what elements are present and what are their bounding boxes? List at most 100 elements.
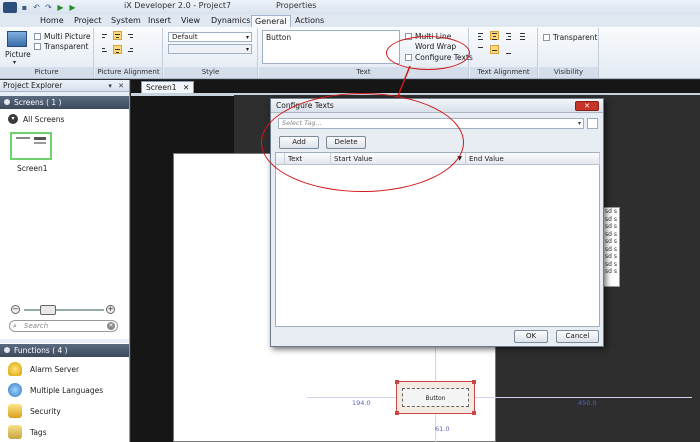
- resize-handle[interactable]: [472, 411, 476, 415]
- function-multiple-languages[interactable]: Multiple Languages: [8, 381, 103, 399]
- globe-icon: [8, 383, 22, 397]
- style-dropdown[interactable]: Default ▾: [168, 32, 252, 42]
- dialog-footer: OK Cancel: [271, 327, 603, 346]
- text-align-left-icon[interactable]: [476, 31, 485, 40]
- resize-handle[interactable]: [472, 380, 476, 384]
- align-bottom-left-icon[interactable]: [100, 45, 109, 54]
- chevron-down-icon[interactable]: ▾: [13, 59, 16, 66]
- project-explorer-title: Project Explorer: [3, 81, 63, 90]
- chevron-down-icon: ▾: [577, 120, 581, 127]
- screen-thumbnail[interactable]: [10, 132, 52, 160]
- align-bottom-right-icon[interactable]: [126, 45, 135, 54]
- chevron-down-icon: ▾: [245, 34, 249, 41]
- annotation-ellipse-dialog: [261, 93, 464, 192]
- screens-section-header[interactable]: Screens ( 1 ): [0, 96, 129, 109]
- align-top-right-icon[interactable]: [126, 31, 135, 40]
- tag-browse-button[interactable]: [587, 118, 598, 129]
- button-text-input[interactable]: Button: [262, 30, 400, 64]
- tab-project[interactable]: Project: [74, 15, 101, 27]
- text-valign-bottom-icon[interactable]: [504, 45, 513, 54]
- all-screens-toggle[interactable]: ▾ All Screens: [8, 114, 64, 124]
- guide-label-bottom: 61.0: [435, 425, 450, 433]
- context-title: Properties: [276, 1, 317, 10]
- text-valign-middle-icon[interactable]: [490, 45, 499, 54]
- text-alignment-group-label: Text Alignment: [470, 67, 537, 78]
- run-icon[interactable]: ▶: [56, 3, 65, 12]
- function-alarm-server[interactable]: Alarm Server: [8, 360, 79, 378]
- tab-system[interactable]: System: [111, 15, 141, 27]
- guide-label-left: 194.0: [352, 399, 371, 407]
- text-valign-top-icon[interactable]: [476, 45, 485, 54]
- align-top-center-icon[interactable]: [113, 31, 122, 40]
- picture-group-label: Picture: [0, 67, 93, 78]
- window-title: iX Developer 2.0 - Project7: [124, 1, 232, 10]
- redo-icon[interactable]: ↷: [44, 3, 53, 12]
- quick-access-toolbar: ▪ ↶ ↷ ▶ ▶: [3, 1, 77, 13]
- resize-handle[interactable]: [395, 380, 399, 384]
- style-sub-dropdown: ▾: [168, 44, 252, 54]
- picture-button-label[interactable]: Picture: [5, 50, 31, 59]
- zoom-slider-track[interactable]: [24, 309, 104, 311]
- project-explorer-header: Project Explorer ▾ ✕: [0, 80, 129, 92]
- transparent-picture-checkbox[interactable]: Transparent: [34, 41, 88, 51]
- simulate-icon[interactable]: ▶: [68, 3, 77, 12]
- visibility-group: Transparent Visibility: [539, 28, 599, 78]
- picture-icon[interactable]: [7, 31, 27, 47]
- text-align-center-icon[interactable]: [490, 31, 499, 40]
- chevron-down-icon: ▾: [245, 46, 249, 53]
- guide-label-right: 450.0: [578, 399, 597, 407]
- close-icon[interactable]: ✕: [575, 101, 599, 111]
- search-input[interactable]: ⌕ Search ✕: [9, 320, 118, 332]
- function-tags[interactable]: Tags: [8, 423, 47, 441]
- ribbon: Picture ▾ Multi Picture Transparent Pict…: [0, 27, 700, 79]
- picture-alignment-group-label: Picture Alignment: [95, 67, 162, 78]
- screen-label[interactable]: Screen1: [17, 164, 48, 173]
- column-header-end-value[interactable]: End Value: [466, 153, 600, 165]
- title-bar: ▪ ↶ ↷ ▶ ▶ iX Developer 2.0 - Project7 Pr…: [0, 0, 700, 14]
- lock-icon: [8, 404, 22, 418]
- close-icon[interactable]: ✕: [183, 83, 189, 92]
- bell-icon: [8, 362, 22, 376]
- visibility-group-label: Visibility: [539, 67, 598, 78]
- chevron-down-icon: ▾: [8, 114, 18, 124]
- clear-search-icon[interactable]: ✕: [107, 322, 115, 330]
- function-security[interactable]: Security: [8, 402, 61, 420]
- cancel-button[interactable]: Cancel: [556, 330, 599, 343]
- tab-home[interactable]: Home: [40, 15, 64, 27]
- tab-screen1[interactable]: Screen1 ✕: [141, 81, 195, 93]
- zoom-out-icon[interactable]: −: [11, 305, 20, 314]
- functions-section-header[interactable]: Functions ( 4 ): [0, 344, 129, 357]
- button-object-text: Button: [402, 388, 469, 407]
- tab-actions[interactable]: Actions: [295, 15, 324, 27]
- project-explorer: Project Explorer ▾ ✕ Screens ( 1 ) ▾ All…: [0, 80, 130, 442]
- save-icon[interactable]: ▪: [20, 3, 29, 12]
- visibility-transparent-checkbox[interactable]: Transparent: [543, 32, 597, 42]
- ok-button[interactable]: OK: [514, 330, 548, 343]
- text-align-right-icon[interactable]: [504, 31, 513, 40]
- tab-dynamics[interactable]: Dynamics: [211, 15, 250, 27]
- tab-view[interactable]: View: [181, 15, 200, 27]
- annotation-connector: [397, 65, 411, 97]
- style-group-label: Style: [164, 67, 257, 78]
- text-alignment-group: Text Alignment: [470, 28, 538, 78]
- ribbon-tabs: Home Project System Insert View Dynamics…: [0, 14, 700, 27]
- resize-handle[interactable]: [395, 411, 399, 415]
- undo-icon[interactable]: ↶: [32, 3, 41, 12]
- zoom-slider-handle[interactable]: [40, 305, 56, 315]
- application-menu-button[interactable]: [3, 1, 17, 13]
- tab-general[interactable]: General: [251, 15, 291, 27]
- horizontal-guide: [307, 397, 692, 398]
- search-icon: ⌕: [13, 322, 17, 330]
- picture-alignment-group: Picture Alignment: [95, 28, 163, 78]
- text-align-justify-icon[interactable]: [518, 31, 527, 40]
- align-center-icon[interactable]: [113, 45, 122, 54]
- pin-icon[interactable]: ▾ ✕: [108, 80, 126, 92]
- tab-insert[interactable]: Insert: [148, 15, 171, 27]
- picture-group: Picture ▾ Multi Picture Transparent Pict…: [0, 28, 94, 78]
- style-group: Default ▾ ▾ Style: [164, 28, 258, 78]
- tags-icon: [8, 425, 22, 439]
- multi-picture-checkbox[interactable]: Multi Picture: [34, 31, 91, 41]
- selected-button-object[interactable]: Button: [395, 380, 476, 415]
- zoom-in-icon[interactable]: +: [106, 305, 115, 314]
- align-top-left-icon[interactable]: [100, 31, 109, 40]
